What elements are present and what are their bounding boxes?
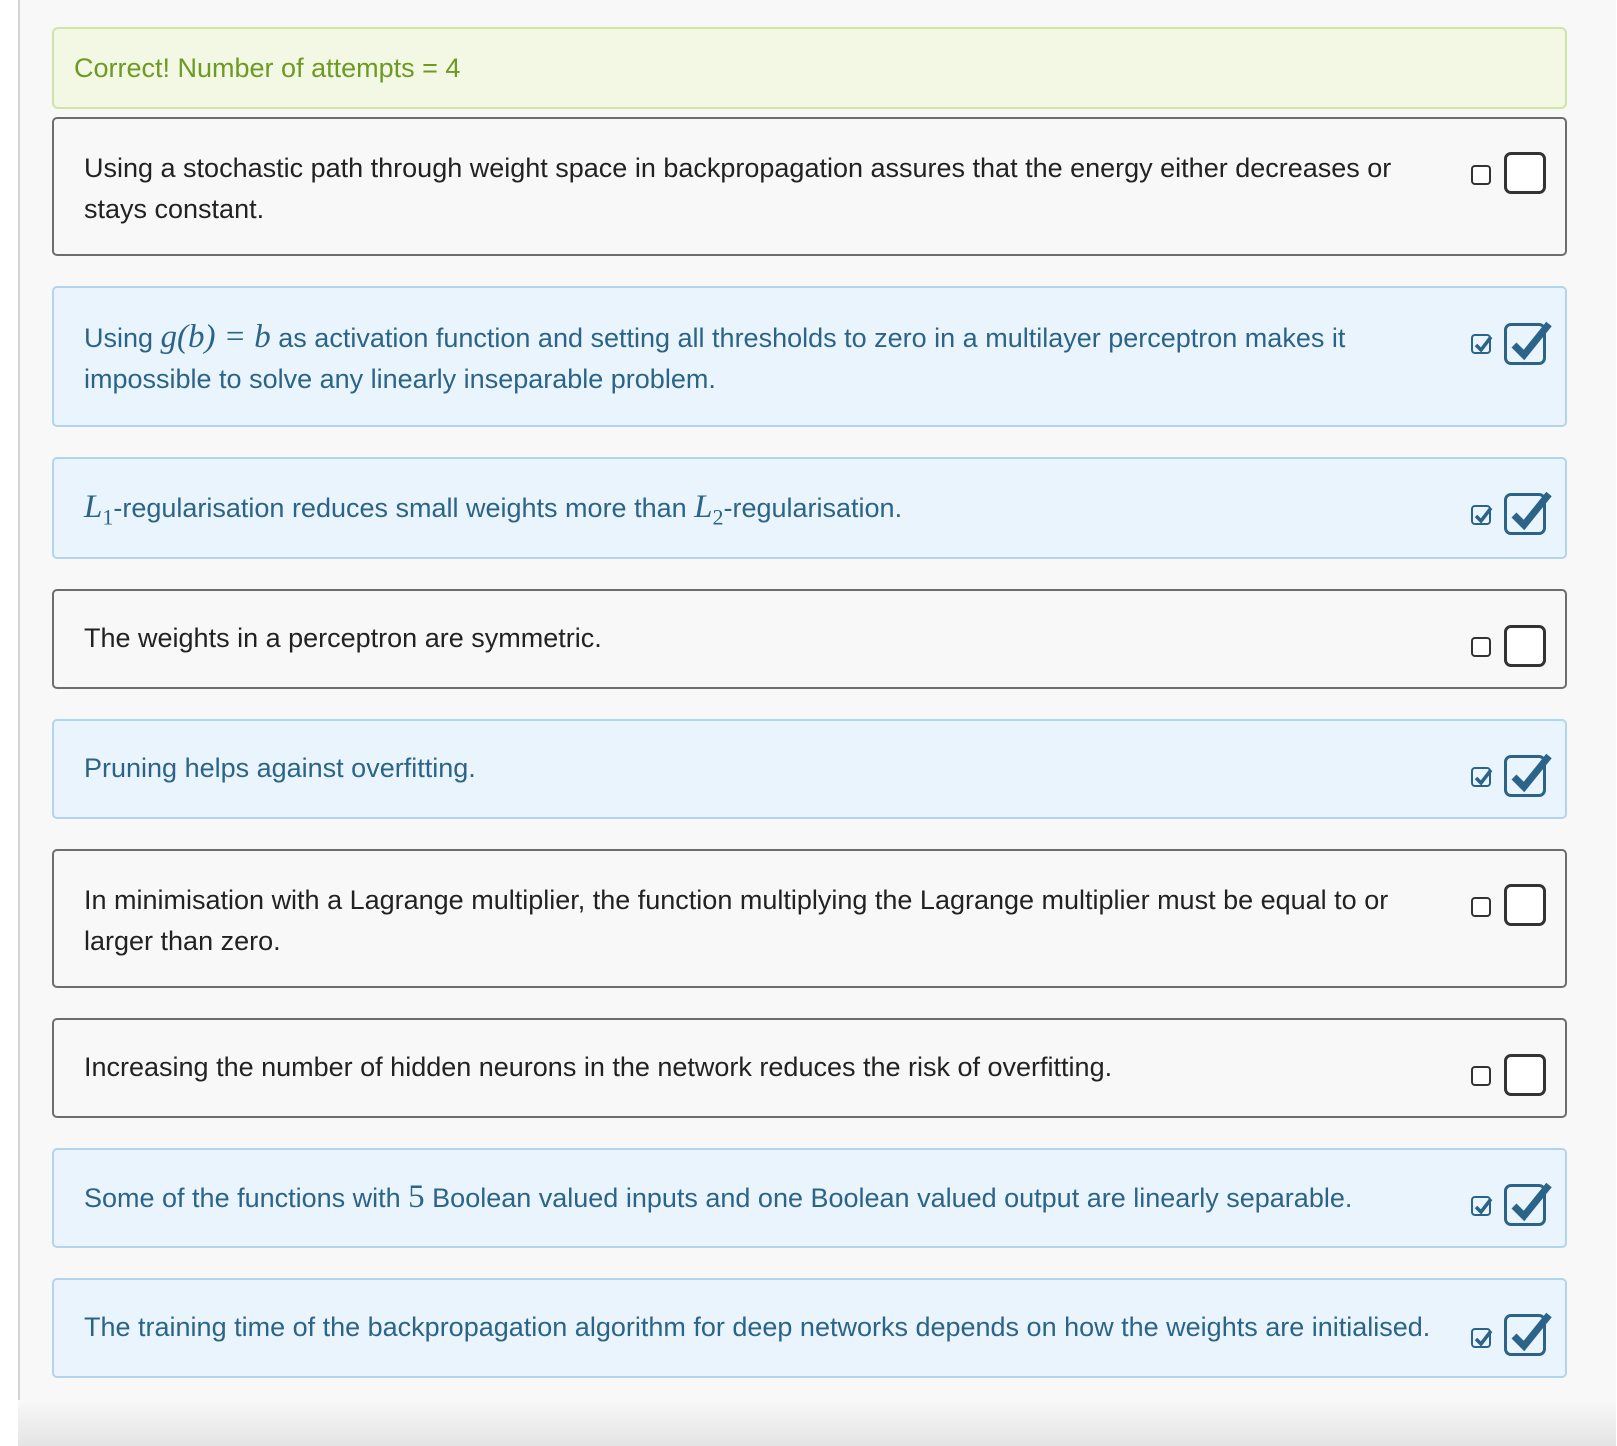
checkbox-empty-icon[interactable] xyxy=(1504,152,1546,194)
checkbox-empty-icon[interactable] xyxy=(1504,884,1546,926)
checkbox-checked-icon[interactable] xyxy=(1504,321,1552,365)
answer-option[interactable]: Some of the functions with 5 Boolean val… xyxy=(52,1148,1567,1248)
answer-option-text: The weights in a perceptron are symmetri… xyxy=(84,623,602,653)
checkbox-empty-icon[interactable] xyxy=(1504,625,1546,667)
math-expression: L2 xyxy=(694,489,724,530)
answer-option-text: Increasing the number of hidden neurons … xyxy=(84,1052,1113,1082)
checkbox-checked-icon[interactable] xyxy=(1504,753,1552,797)
answer-option[interactable]: In minimisation with a Lagrange multipli… xyxy=(52,849,1567,988)
checkbox-checked-icon[interactable] xyxy=(1504,1312,1552,1356)
answer-option-text-part: Using xyxy=(84,323,161,353)
math-expression: 5 xyxy=(408,1179,425,1215)
feedback-banner: Correct! Number of attempts = 4 xyxy=(52,27,1567,109)
answer-option[interactable]: The weights in a perceptron are symmetri… xyxy=(52,589,1567,689)
checkbox-empty-icon[interactable] xyxy=(1471,637,1491,657)
answer-option-text: The training time of the backpropagation… xyxy=(84,1312,1431,1342)
answer-option[interactable]: Increasing the number of hidden neurons … xyxy=(52,1018,1567,1118)
answer-option-text: L1-regularisation reduces small weights … xyxy=(84,487,1440,538)
answer-option-text-part: Some of the functions with xyxy=(84,1183,409,1213)
answer-option-text-part: as activation function and setting all t… xyxy=(84,323,1346,394)
answer-option-text-part: -regularisation. xyxy=(723,493,903,523)
checkbox-checked-icon[interactable] xyxy=(1504,491,1552,535)
answer-option-text: Pruning helps against overfitting. xyxy=(84,753,476,783)
answer-option[interactable]: L1-regularisation reduces small weights … xyxy=(52,457,1567,559)
answer-option[interactable]: The training time of the backpropagation… xyxy=(52,1278,1567,1378)
answer-option[interactable]: Using a stochastic path through weight s… xyxy=(52,117,1567,256)
panel-bottom-edge xyxy=(18,1400,1616,1446)
checkbox-checked-icon[interactable] xyxy=(1471,334,1493,354)
math-expression: L1 xyxy=(84,489,114,530)
checkbox-checked-icon[interactable] xyxy=(1471,1328,1493,1348)
checkbox-checked-icon[interactable] xyxy=(1471,767,1493,787)
answer-option-text: In minimisation with a Lagrange multipli… xyxy=(84,885,1389,956)
answer-option-text-part: -regularisation reduces small weights mo… xyxy=(113,493,695,523)
answer-option-text: Some of the functions with 5 Boolean val… xyxy=(84,1177,1440,1219)
checkbox-checked-icon[interactable] xyxy=(1471,505,1493,525)
answer-option[interactable]: Using g(b) = b as activation function an… xyxy=(52,286,1567,427)
answer-option-text: Using a stochastic path through weight s… xyxy=(84,153,1392,224)
checkbox-empty-icon[interactable] xyxy=(1504,1054,1546,1096)
feedback-text: Correct! Number of attempts = 4 xyxy=(74,53,461,83)
checkbox-checked-icon[interactable] xyxy=(1471,1196,1493,1216)
answer-option[interactable]: Pruning helps against overfitting. xyxy=(52,719,1567,819)
math-expression: g(b) = b xyxy=(160,319,271,355)
checkbox-checked-icon[interactable] xyxy=(1504,1182,1552,1226)
checkbox-empty-icon[interactable] xyxy=(1471,897,1491,917)
checkbox-empty-icon[interactable] xyxy=(1471,1066,1491,1086)
answer-option-text: Using g(b) = b as activation function an… xyxy=(84,317,1440,400)
answer-option-text-part: Boolean valued inputs and one Boolean va… xyxy=(424,1183,1353,1213)
checkbox-empty-icon[interactable] xyxy=(1471,165,1491,185)
